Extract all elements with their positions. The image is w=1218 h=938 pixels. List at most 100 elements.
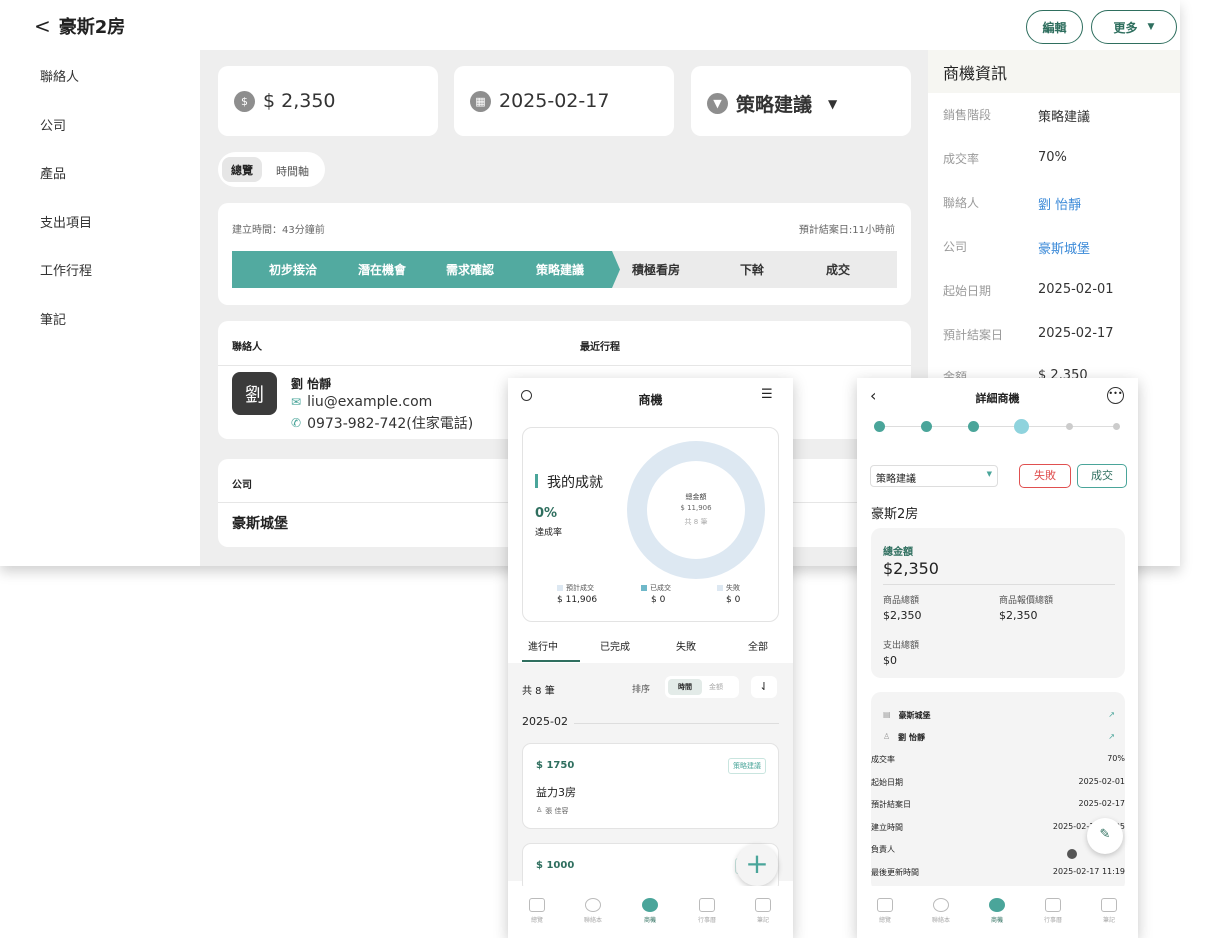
contact-phone[interactable]: 0973-982-742(住家電話) xyxy=(307,413,473,433)
product-total-value: $2,350 xyxy=(883,609,922,622)
detail-label: 起始日期 xyxy=(871,778,903,787)
contact-name[interactable]: 劉 怡靜 xyxy=(291,375,331,392)
contact-row[interactable]: ♙ 劉 怡靜 xyxy=(883,732,925,743)
nav-overview[interactable]: 總覽 xyxy=(517,898,557,924)
nav-calendar[interactable]: 行事曆 xyxy=(1033,898,1073,924)
plus-icon[interactable]: + xyxy=(736,844,778,886)
more-button[interactable]: 更多 ▼ xyxy=(1091,10,1177,44)
stage-5[interactable]: 積極看房 xyxy=(618,251,694,288)
owner-avatar xyxy=(1067,849,1077,859)
nav-deals[interactable]: 商機 xyxy=(630,898,670,924)
nav-contacts[interactable]: 聯絡本 xyxy=(921,898,961,924)
contact-email[interactable]: liu@example.com xyxy=(307,394,432,410)
external-link-icon[interactable]: ↗ xyxy=(1108,710,1115,719)
legend-item: 已成交 xyxy=(641,583,671,593)
stage-card[interactable]: ▼ 策略建議 ▼ xyxy=(691,66,911,136)
info-label: 起始日期 xyxy=(943,284,992,298)
header-bar: < 豪斯2房 編輯 更多 ▼ xyxy=(0,0,1180,50)
sort-amount[interactable]: 金額 xyxy=(709,682,723,692)
info-label: 成交率 xyxy=(943,152,980,166)
tab-overview[interactable]: 總覽 xyxy=(222,157,262,182)
back-button[interactable]: < 豪斯2房 xyxy=(34,13,125,39)
tab-failed[interactable]: 失敗 xyxy=(676,638,696,653)
deal-owner: ♙ 張 佳容 xyxy=(536,806,569,815)
stage-4[interactable]: 策略建議 xyxy=(522,251,598,288)
company-row[interactable]: ▤ 豪斯城堡 xyxy=(883,710,931,721)
chat-icon[interactable]: ✎ xyxy=(1087,818,1123,854)
calendar-icon: ▦ xyxy=(470,90,491,112)
sidebar-item-company[interactable]: 公司 xyxy=(40,115,66,134)
stage-select[interactable]: 策略建議 ▼ xyxy=(870,465,998,487)
sidebar-item-contacts[interactable]: 聯絡人 xyxy=(40,66,79,85)
nav-notes[interactable]: 筆記 xyxy=(743,898,783,924)
chevron-left-icon: < xyxy=(34,14,51,38)
nav-contacts[interactable]: 聯絡本 xyxy=(573,898,613,924)
legend-item: 預計成交 xyxy=(557,583,594,593)
nav-deals[interactable]: 商機 xyxy=(977,898,1017,924)
tab-in-progress[interactable]: 進行中 xyxy=(528,638,558,653)
nav-notes[interactable]: 筆記 xyxy=(1089,898,1129,924)
nav-calendar[interactable]: 行事曆 xyxy=(687,898,727,924)
stage-bar: 初步接洽 潛在機會 需求確認 策略建議 積極看房 下斡 成交 xyxy=(232,251,897,288)
detail-label: 預計結案日 xyxy=(871,800,911,809)
deal-amount: $ 1750 xyxy=(536,760,575,771)
tab-all[interactable]: 全部 xyxy=(748,638,768,653)
deal-card[interactable]: $ 1750 策略建議 益力3房 ♙ 張 佳容 xyxy=(522,743,779,829)
detail-value: 2025-02-17 11:19 xyxy=(1052,867,1125,876)
product-total-label: 商品總額 xyxy=(883,596,920,606)
info-label: 公司 xyxy=(943,240,968,254)
stage-7[interactable]: 成交 xyxy=(808,251,868,288)
sort-time[interactable]: 時間 xyxy=(668,679,702,695)
info-value: 2025-02-17 xyxy=(1038,326,1114,341)
sort-direction-icon[interactable]: ⇃ xyxy=(751,676,777,698)
phone-icon: ✆ xyxy=(291,416,302,430)
company-name[interactable]: 豪斯城堡 xyxy=(232,513,288,533)
caret-down-icon: ▼ xyxy=(828,96,838,111)
info-link-company[interactable]: 豪斯城堡 xyxy=(1038,238,1090,257)
sidebar-item-products[interactable]: 產品 xyxy=(40,163,66,182)
info-label: 聯絡人 xyxy=(943,196,980,210)
mail-icon: ✉ xyxy=(291,395,302,409)
stage-3[interactable]: 需求確認 xyxy=(432,251,508,288)
date-card: ▦ 2025-02-17 xyxy=(454,66,674,136)
win-button[interactable]: 成交 xyxy=(1077,464,1127,488)
sort-toggle: 時間 金額 xyxy=(665,676,739,698)
detail-value: 2025-02-17 xyxy=(1078,799,1126,808)
total-label: 總金額 xyxy=(883,547,913,558)
nav-overview[interactable]: 總覽 xyxy=(865,898,905,924)
more-icon[interactable]: ••• xyxy=(1107,387,1124,404)
stage-value: 策略建議 xyxy=(736,94,813,116)
detail-value: 2025-02-01 xyxy=(1078,777,1126,786)
tab-completed[interactable]: 已完成 xyxy=(600,638,630,653)
stage-1[interactable]: 初步接洽 xyxy=(250,251,336,288)
info-value: 2025-02-01 xyxy=(1038,282,1114,297)
person-icon: ♙ xyxy=(883,732,891,741)
money-bag-icon: $ xyxy=(234,90,255,112)
deal-stage-badge: 策略建議 xyxy=(728,758,766,774)
sidebar-item-expenses[interactable]: 支出項目 xyxy=(40,212,92,231)
company-section-header: 公司 xyxy=(232,480,252,491)
donut-count: 共 8 筆 xyxy=(684,518,708,526)
filter-icon[interactable]: ☰ xyxy=(761,387,773,402)
caret-down-icon: ▼ xyxy=(986,470,992,478)
sidebar-item-notes[interactable]: 筆記 xyxy=(40,309,66,328)
expected-close: 預計結案日:11小時前 xyxy=(798,225,895,236)
lose-button[interactable]: 失敗 xyxy=(1019,464,1071,488)
date-value: 2025-02-17 xyxy=(499,90,610,112)
edit-button[interactable]: 編輯 xyxy=(1026,10,1083,44)
info-link-contact[interactable]: 劉 怡靜 xyxy=(1038,194,1081,213)
status-tabs: 進行中 已完成 失敗 全部 xyxy=(508,638,793,662)
external-link-icon[interactable]: ↗ xyxy=(1108,732,1115,741)
sidebar-item-schedule[interactable]: 工作行程 xyxy=(40,260,92,279)
detail-title: 詳細商機 xyxy=(975,392,1020,405)
stage-2[interactable]: 潛在機會 xyxy=(344,251,420,288)
tab-timeline[interactable]: 時間軸 xyxy=(276,163,309,179)
total-value: $2,350 xyxy=(883,559,939,578)
quote-total-value: $2,350 xyxy=(999,609,1038,622)
recent-section-header: 最近行程 xyxy=(580,342,620,353)
view-tabs: 總覽 時間軸 xyxy=(218,152,325,187)
stage-6[interactable]: 下斡 xyxy=(722,251,782,288)
info-label: 預計結案日 xyxy=(943,328,1004,342)
achievement-title: 我的成就 xyxy=(547,475,603,491)
achievement-card: 我的成就 0% 達成率 總金額 $ 11,906 共 8 筆 預計成交 $ 11… xyxy=(522,427,779,622)
